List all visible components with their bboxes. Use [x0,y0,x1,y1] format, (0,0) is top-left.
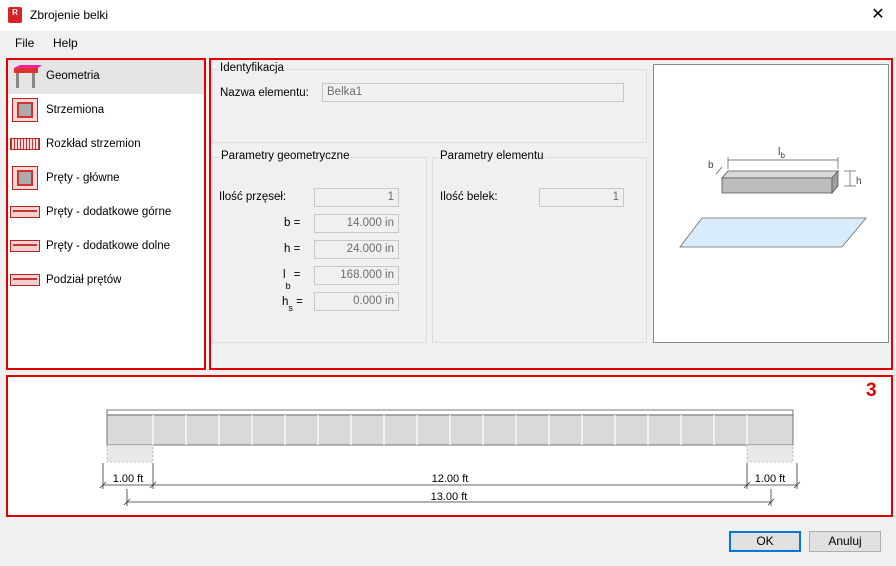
beam-geometry-icon [14,65,42,88]
ok-button[interactable]: OK [729,531,801,552]
right-support-dimension: 1.00 ft [755,473,786,485]
top-bars-icon [10,206,40,218]
preview-lb-label: lb [778,146,785,160]
spans-label: Ilość przęseł: [219,191,287,203]
nav-item-label: Pręty - główne [46,172,120,184]
beam-top-face [721,170,839,179]
cancel-button[interactable]: Anuluj [809,531,881,552]
hs-label: hs = [282,296,303,314]
close-button[interactable]: ✕ [866,4,890,26]
app-logo-icon: R [8,7,22,23]
total-length-dimension: 13.00 ft [431,491,468,503]
beams-count-label: Ilość belek: [440,191,498,203]
main-bars-icon [12,166,38,190]
nav-item-prety-dolne[interactable]: Pręty - dodatkowe dolne [8,230,204,264]
nav-item-podzial-pretow[interactable]: Podział prętów [8,264,204,298]
close-icon: ✕ [871,6,885,23]
h-label: h = [284,243,301,255]
lb-label: lb = [283,269,301,292]
nav-item-prety-glowne[interactable]: Pręty - główne [8,162,204,196]
beam-3d-preview: lb b h [653,64,889,343]
nav-item-label: Podział prętów [46,274,122,286]
nav-item-label: Rozkład strzemion [46,138,141,150]
beam-3d-drawing: lb b h [679,146,867,248]
left-support-dimension: 1.00 ft [113,473,144,485]
hs-field[interactable]: 0.000 in [314,292,399,311]
lb-field[interactable]: 168.000 in [314,266,399,285]
bottom-bars-icon [10,240,40,252]
spans-field[interactable]: 1 [314,188,399,207]
window-title: Zbrojenie belki [30,8,109,22]
nav-item-geometria[interactable]: Geometria [8,60,204,94]
element-name-label: Nazwa elementu: [220,87,309,99]
nav-item-label: Strzemiona [46,104,105,116]
panel-number-3: 3 [866,380,877,401]
nav-item-label: Pręty - dodatkowe dolne [46,240,171,252]
b-label: b = [284,217,301,229]
menu-help[interactable]: Help [53,36,78,50]
nav-item-label: Geometria [46,70,100,82]
beams-count-field[interactable]: 1 [539,188,624,207]
right-support [746,444,794,463]
stirrups-icon [12,98,38,122]
identification-group [212,69,647,143]
geometric-params-title: Parametry geometryczne [219,150,352,162]
menu-bar [0,31,896,55]
nav-item-prety-gorne[interactable]: Pręty - dodatkowe górne [8,196,204,230]
title-bar: R Zbrojenie belki ✕ [0,0,896,31]
preview-b-label: b [708,160,714,171]
beam-front-face [721,177,833,194]
clear-span-dimension: 12.00 ft [432,473,469,485]
b-field[interactable]: 14.000 in [314,214,399,233]
element-params-title: Parametry elementu [438,150,546,162]
ground-plane [679,217,867,248]
menu-file[interactable]: File [15,36,34,50]
nav-item-label: Pręty - dodatkowe górne [46,206,172,218]
nav-item-strzemiona[interactable]: Strzemiona [8,94,204,128]
stirrup-distribution-icon [10,138,40,150]
h-field[interactable]: 24.000 in [314,240,399,259]
bar-division-icon [10,274,40,286]
identification-title: Identyfikacja [218,62,286,74]
element-name-field[interactable]: Belka1 [322,83,624,102]
preview-h-label: h [856,176,862,187]
left-support [106,444,154,463]
nav-item-rozklad-strzemion[interactable]: Rozkład strzemion [8,128,204,162]
beam-elevation-drawing: 1.00 ft 12.00 ft 1.00 ft 13.00 ft [99,409,801,506]
element-params-group [432,157,647,343]
